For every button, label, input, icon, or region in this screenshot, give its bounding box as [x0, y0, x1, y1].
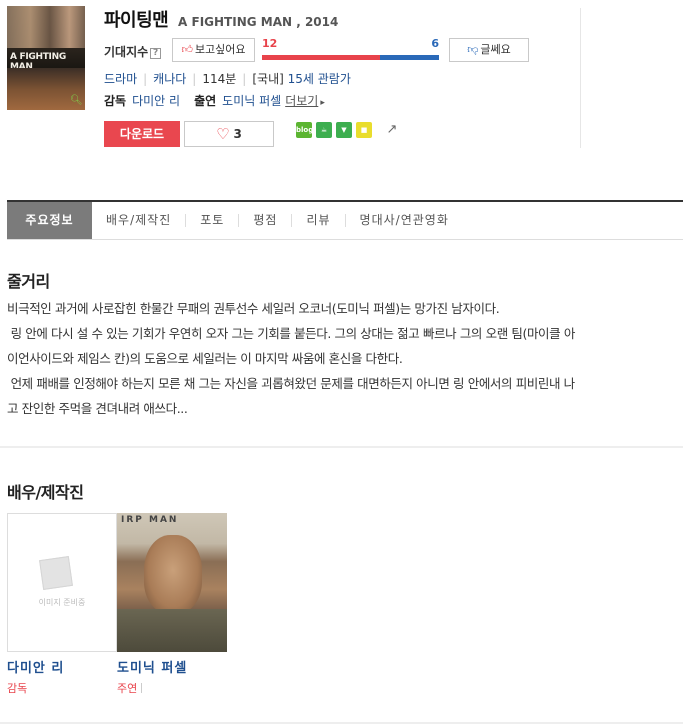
tab-bar: 주요정보 배우/제작진 포토 평점 리뷰 명대사/연관영화: [7, 200, 683, 240]
divider: |: [143, 72, 148, 86]
ratio-bar: [262, 55, 439, 60]
section-divider: [0, 446, 683, 448]
age-rating-link[interactable]: 15세 관람가: [288, 72, 351, 86]
want-to-see-label: 보고싶어요: [194, 43, 246, 56]
help-icon[interactable]: ?: [150, 48, 162, 59]
tab-review[interactable]: 리뷰: [292, 202, 344, 239]
cast-role: 감독: [7, 682, 28, 695]
cast-list: 이미지 준비중 다미안 리 감독 IRP MAN 도미닉 퍼셀 주연: [7, 513, 227, 696]
divider: |: [242, 72, 247, 86]
header-divider: [580, 8, 581, 148]
tab-quotes-related[interactable]: 명대사/연관영화: [346, 202, 463, 239]
like-count: 12: [262, 37, 278, 50]
want-to-see-button[interactable]: 👍︎ 보고싶어요: [172, 38, 255, 62]
expectation-label: 기대지수?: [104, 43, 162, 60]
share-out-icon[interactable]: ↗︎: [384, 122, 400, 138]
like-heart-button[interactable]: ♡ 3: [184, 121, 274, 147]
cast-label: 출연: [194, 94, 217, 108]
download-button[interactable]: 다운로드: [104, 121, 180, 147]
synopsis-line: 고 잔인한 주먹을 견뎌내려 애쓰다...: [7, 401, 188, 416]
movie-title: 파이팅맨 A FIGHTING MAN , 2014: [104, 6, 338, 32]
share-icons: blog ☕︎ ▼ ■ ↗︎: [296, 122, 400, 138]
cast-link[interactable]: 도미닉 퍼셀: [222, 94, 281, 108]
placeholder-text: 이미지 준비중: [38, 598, 86, 607]
thumbs-up-icon: 👍︎: [181, 43, 193, 56]
chevron-right-icon: ▸: [320, 98, 325, 108]
divider: |: [192, 72, 197, 86]
tab-main-info[interactable]: 주요정보: [7, 202, 92, 239]
poster-faces: [7, 6, 85, 48]
cafe-share-icon[interactable]: ☕︎: [316, 122, 332, 138]
director-link[interactable]: 다미안 리: [132, 94, 180, 108]
cast-name[interactable]: 다미안 리: [7, 657, 117, 676]
cast-card[interactable]: 이미지 준비중 다미안 리 감독: [7, 513, 117, 696]
movie-title-en: A FIGHTING MAN , 2014: [178, 15, 339, 29]
more-link[interactable]: 더보기: [285, 94, 318, 108]
credits-row: 감독 다미안 리 출연 도미닉 퍼셀 더보기 ▸: [104, 92, 325, 109]
cast-role: 주연: [117, 680, 227, 696]
expectation-bar: 12 6: [262, 37, 439, 62]
cast-card[interactable]: IRP MAN 도미닉 퍼셀 주연: [117, 513, 227, 696]
cast-photo[interactable]: IRP MAN: [117, 513, 227, 652]
rating-prefix: [국내]: [252, 72, 284, 86]
image-placeholder-icon: [39, 556, 73, 590]
synopsis-line: 비극적인 과거에 사로잡힌 한물간 무패의 권투선수 세일러 오코너(도미닉 퍼…: [7, 301, 500, 316]
tab-photo[interactable]: 포토: [186, 202, 238, 239]
genre-link[interactable]: 드라마: [104, 72, 137, 86]
divider: [141, 683, 143, 693]
bookmark-share-icon[interactable]: ▼: [336, 122, 352, 138]
country-link[interactable]: 캐나다: [153, 72, 186, 86]
zoom-icon[interactable]: 🔍︎: [70, 95, 83, 107]
cast-name[interactable]: 도미닉 퍼셀: [117, 657, 227, 676]
synopsis-text: 비극적인 과거에 사로잡힌 한물간 무패의 권투선수 세일러 오코너(도미닉 퍼…: [7, 296, 677, 421]
memo-share-icon[interactable]: ■: [356, 122, 372, 138]
synopsis-heading: 줄거리: [7, 272, 50, 291]
cast-photo-placeholder[interactable]: 이미지 준비중: [7, 513, 117, 652]
synopsis-line: 링 안에 다시 설 수 있는 기회가 우연히 오자 그는 기회를 붙든다. 그의…: [7, 326, 576, 341]
dislike-count: 6: [431, 37, 439, 50]
section-divider: [0, 722, 683, 724]
heart-icon: ♡: [216, 125, 230, 143]
photo-sign: IRP MAN: [121, 515, 179, 525]
thumbs-down-icon: 👎︎: [467, 43, 479, 56]
cast-heading: 배우/제작진: [7, 483, 84, 502]
not-sure-label: 글쎄요: [480, 43, 511, 56]
movie-title-ko: 파이팅맨: [104, 10, 169, 31]
heart-count: 3: [233, 127, 242, 141]
runtime: 114분: [202, 72, 237, 86]
synopsis-line: 이언사이드와 제임스 칸)의 도움으로 세일러는 이 마지막 싸움에 혼신을 다…: [7, 351, 403, 366]
blog-share-icon[interactable]: blog: [296, 122, 313, 138]
movie-poster[interactable]: A FIGHTING MAN 🔍︎: [7, 6, 85, 110]
synopsis-line: 언제 패배를 인정해야 하는지 모른 채 그는 자신을 괴롭혀왔던 문제를 대면…: [7, 376, 576, 391]
tab-rating[interactable]: 평점: [239, 202, 291, 239]
expectation-label-text: 기대지수: [104, 45, 149, 59]
ratio-fill: [262, 55, 381, 60]
not-sure-button[interactable]: 👎︎ 글쎄요: [449, 38, 529, 62]
actor-face: [144, 535, 202, 613]
actor-shirt: [117, 609, 227, 652]
director-label: 감독: [104, 94, 127, 108]
movie-meta: 드라마 | 캐나다 | 114분 | [국내] 15세 관람가: [104, 70, 351, 87]
cast-role-text: 주연: [117, 682, 138, 695]
tab-cast-crew[interactable]: 배우/제작진: [92, 202, 185, 239]
